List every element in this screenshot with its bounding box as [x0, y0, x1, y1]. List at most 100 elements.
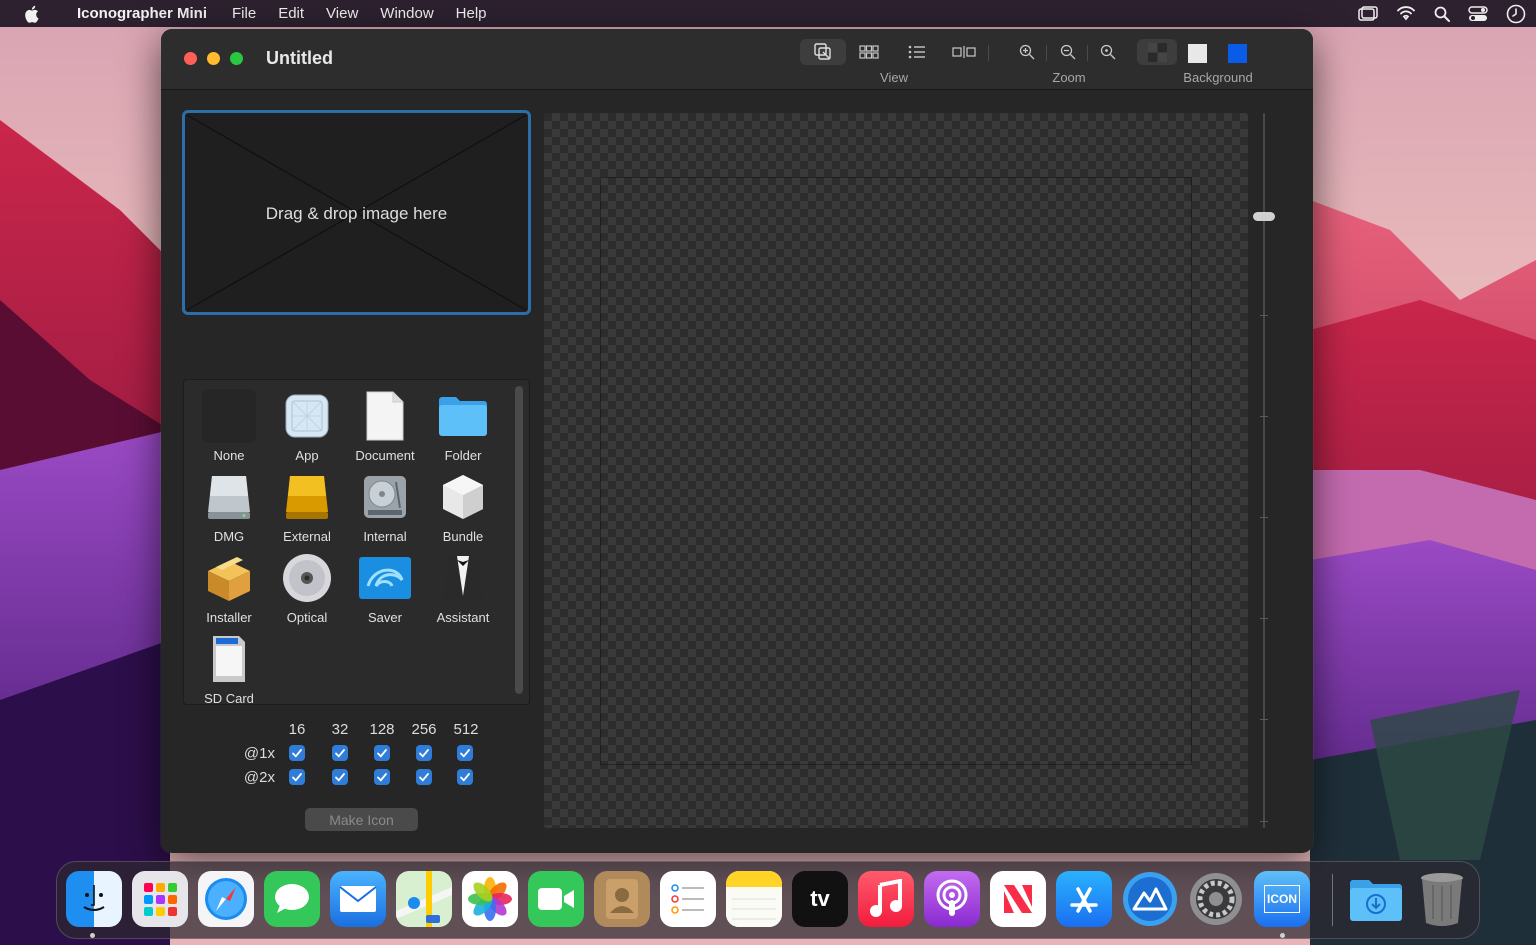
zoom-out-button[interactable]	[1055, 41, 1081, 63]
template-sd-card[interactable]: SD Card	[189, 631, 269, 704]
view-group-label: View	[880, 70, 908, 85]
background-blue-swatch[interactable]	[1228, 44, 1247, 63]
checkbox-128-1x[interactable]	[374, 745, 390, 761]
clock-icon[interactable]	[1506, 4, 1526, 24]
photos-icon[interactable]	[462, 871, 518, 927]
image-drop-zone[interactable]: Drag & drop image here	[182, 110, 531, 315]
podcasts-icon[interactable]	[924, 871, 980, 927]
background-light-swatch[interactable]	[1188, 44, 1207, 63]
iconographer-icon-label: ICON	[1264, 885, 1300, 913]
zoom-actual-button[interactable]	[1095, 41, 1121, 63]
altimeter-icon[interactable]	[1122, 871, 1178, 927]
zoom-slider-knob[interactable]	[1253, 212, 1275, 221]
menu-view[interactable]: View	[315, 0, 369, 27]
template-label: DMG	[213, 529, 245, 544]
checkbox-16-1x[interactable]	[289, 745, 305, 761]
music-icon[interactable]	[858, 871, 914, 927]
checkbox-16-2x[interactable]	[289, 769, 305, 785]
template-installer[interactable]: Installer	[189, 550, 269, 630]
preview-canvas[interactable]	[544, 113, 1248, 828]
checkbox-32-1x[interactable]	[332, 745, 348, 761]
template-bundle[interactable]: Bundle	[423, 469, 503, 549]
template-list-scrollbar[interactable]	[515, 386, 523, 694]
iconographer-icon[interactable]: ICON	[1254, 871, 1310, 927]
zoom-slider[interactable]	[1253, 113, 1275, 828]
document-icon	[357, 388, 413, 444]
menu-file[interactable]: File	[221, 0, 267, 27]
launchpad-icon[interactable]	[132, 871, 188, 927]
apple-tv-icon[interactable]: tv	[792, 871, 848, 927]
screen-mirroring-icon[interactable]	[1358, 5, 1378, 22]
size-column-256: 256	[411, 721, 437, 738]
checkerboard-swatch-icon	[1147, 42, 1167, 62]
checkbox-256-2x[interactable]	[416, 769, 432, 785]
template-folder[interactable]: Folder	[423, 388, 503, 468]
zoom-slider-tick	[1260, 315, 1268, 316]
maps-icon[interactable]	[396, 871, 452, 927]
template-saver[interactable]: Saver	[345, 550, 425, 630]
contacts-icon[interactable]	[594, 871, 650, 927]
app-store-icon[interactable]	[1056, 871, 1112, 927]
downloads-folder-icon[interactable]	[1348, 871, 1404, 927]
scale-row-1x: @1x	[243, 745, 275, 762]
grid-view-button[interactable]	[851, 41, 887, 63]
size-options: 16 32 128 256 512 @1x @2x	[221, 719, 521, 799]
list-view-button[interactable]	[899, 41, 935, 63]
control-center-icon[interactable]	[1468, 5, 1488, 22]
checkmark-icon	[335, 773, 345, 782]
single-preview-button[interactable]	[800, 39, 846, 65]
system-preferences-icon[interactable]	[1188, 871, 1244, 927]
disk-image-icon	[201, 469, 257, 525]
checkbox-32-2x[interactable]	[332, 769, 348, 785]
news-icon[interactable]	[990, 871, 1046, 927]
spotlight-search-icon[interactable]	[1434, 6, 1450, 22]
checkbox-512-2x[interactable]	[457, 769, 473, 785]
notes-icon[interactable]	[726, 871, 782, 927]
template-dmg[interactable]: DMG	[189, 469, 269, 549]
main-window: Untitled View Zoom Background Drag & dro…	[161, 29, 1313, 853]
zoom-slider-tick	[1260, 719, 1268, 720]
template-app[interactable]: App	[267, 388, 347, 468]
template-optical[interactable]: Optical	[267, 550, 347, 630]
wifi-icon[interactable]	[1396, 6, 1416, 21]
template-external[interactable]: External	[267, 469, 347, 549]
compare-view-button[interactable]	[946, 41, 982, 63]
facetime-icon[interactable]	[528, 871, 584, 927]
checkbox-128-2x[interactable]	[374, 769, 390, 785]
menu-help[interactable]: Help	[445, 0, 498, 27]
zoom-out-icon	[1060, 44, 1076, 60]
menu-edit[interactable]: Edit	[267, 0, 315, 27]
menu-app-name[interactable]: Iconographer Mini	[66, 0, 221, 27]
template-internal[interactable]: Internal	[345, 469, 425, 549]
single-preview-icon	[814, 43, 831, 60]
reminders-icon[interactable]	[660, 871, 716, 927]
installer-box-icon	[201, 550, 257, 606]
trash-icon[interactable]	[1414, 871, 1470, 927]
make-icon-button[interactable]: Make Icon	[305, 808, 418, 831]
zoom-in-button[interactable]	[1014, 41, 1040, 63]
checkbox-256-1x[interactable]	[416, 745, 432, 761]
apple-menu-icon[interactable]	[0, 5, 66, 23]
grid-view-icon	[859, 45, 879, 59]
messages-icon[interactable]	[264, 871, 320, 927]
checkmark-icon	[377, 749, 387, 758]
template-none[interactable]: None	[189, 388, 269, 468]
menu-bar: Iconographer Mini File Edit View Window …	[0, 0, 1536, 27]
mail-icon[interactable]	[330, 871, 386, 927]
template-assistant[interactable]: Assistant	[423, 550, 503, 630]
template-document[interactable]: Document	[345, 388, 425, 468]
checkmark-icon	[460, 773, 470, 782]
minimize-button[interactable]	[207, 52, 220, 65]
icon-template-list[interactable]: None App Document Folder DMG External In…	[183, 379, 530, 705]
finder-icon[interactable]	[66, 871, 122, 927]
background-checkerboard-button[interactable]	[1137, 39, 1177, 65]
checkbox-512-1x[interactable]	[457, 745, 473, 761]
zoom-button[interactable]	[230, 52, 243, 65]
window-controls	[184, 52, 243, 65]
size-column-128: 128	[369, 721, 395, 738]
menu-window[interactable]: Window	[369, 0, 444, 27]
checkmark-icon	[419, 773, 429, 782]
safari-icon[interactable]	[198, 871, 254, 927]
apple-tv-label: tv	[810, 886, 830, 911]
close-button[interactable]	[184, 52, 197, 65]
